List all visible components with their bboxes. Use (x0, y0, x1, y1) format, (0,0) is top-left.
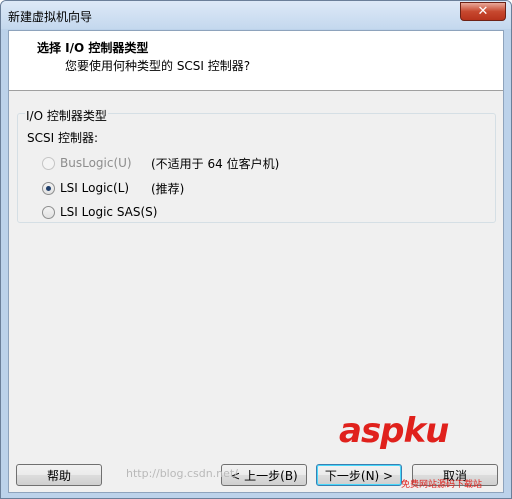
wizard-header: 选择 I/O 控制器类型 您要使用何种类型的 SCSI 控制器? (9, 31, 503, 91)
radio-label: BusLogic(U) (60, 156, 132, 170)
radio-label: LSI Logic(L) (60, 181, 130, 195)
window-title: 新建虚拟机向导 (8, 10, 93, 24)
wizard-window: 新建虚拟机向导 ✕ 选择 I/O 控制器类型 您要使用何种类型的 SCSI 控制… (0, 0, 512, 499)
title-bar[interactable]: 新建虚拟机向导 ✕ (1, 1, 511, 29)
radio-label: LSI Logic SAS(S) (60, 205, 158, 219)
radio-note-lsi-logic: (推荐) (151, 182, 185, 196)
watermark-logo: aspku 免费网站源码下载站 (335, 411, 495, 491)
groupbox-label: I/O 控制器类型 (25, 107, 108, 124)
scsi-controller-label: SCSI 控制器: (27, 131, 99, 145)
radio-button[interactable] (42, 156, 55, 170)
radio-lsi-logic-sas[interactable]: LSI Logic SAS(S) (42, 204, 157, 220)
close-button[interactable]: ✕ (460, 2, 506, 21)
page-subtitle: 您要使用何种类型的 SCSI 控制器? (65, 59, 251, 73)
radio-lsi-logic[interactable]: LSI Logic(L) (42, 180, 129, 196)
help-button[interactable]: 帮助 (16, 464, 102, 486)
close-icon: ✕ (477, 4, 489, 19)
radio-button[interactable] (42, 205, 55, 219)
page-title: 选择 I/O 控制器类型 (37, 41, 149, 55)
radio-note-buslogic: (不适用于 64 位客户机) (151, 157, 280, 171)
watermark-tagline: 免费网站源码下载站 (401, 480, 483, 490)
watermark-url: http://blog.csdn.net/ (126, 467, 238, 480)
radio-button-selected[interactable] (42, 181, 55, 195)
radio-buslogic[interactable]: BusLogic(U) (42, 155, 132, 171)
watermark-logo-text: aspku (339, 411, 449, 451)
